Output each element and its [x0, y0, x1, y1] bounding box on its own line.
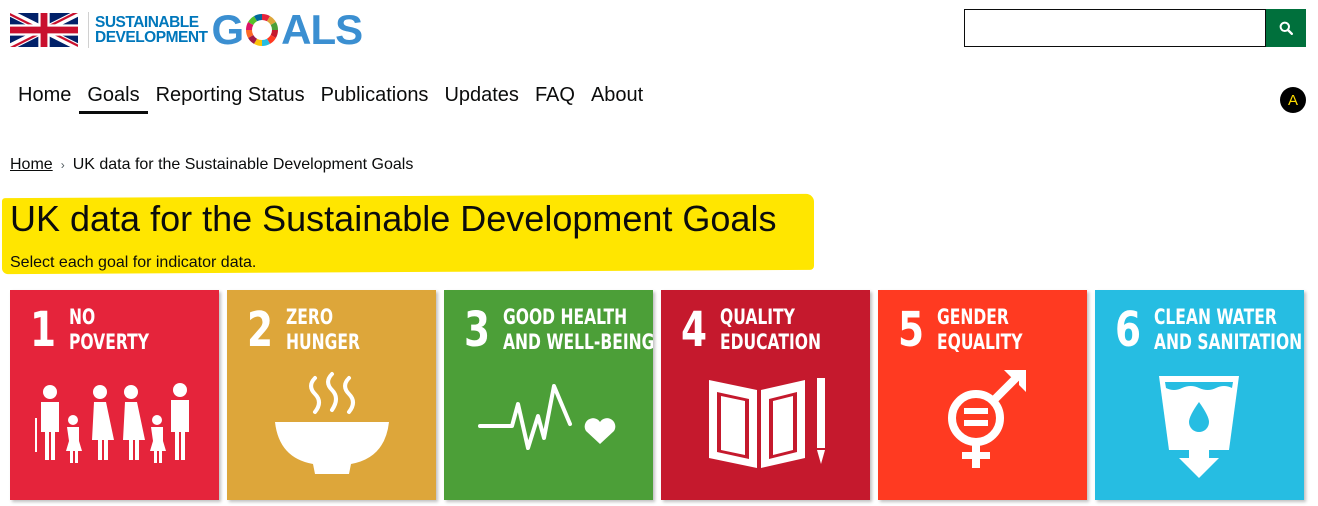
- search-input[interactable]: [964, 9, 1266, 47]
- goal-label: GOOD HEALTH AND WELL-BEING: [503, 305, 653, 354]
- goal-tiles: 1 NO POVERTY 2 ZERO HUNGER 3 GOOD HEALTH…: [10, 290, 1304, 500]
- logo-big-als: ALS: [281, 6, 363, 53]
- goal-tile-1[interactable]: 1 NO POVERTY: [10, 290, 219, 500]
- goal-number: 5: [898, 302, 925, 358]
- site-logo[interactable]: SUSTAINABLE DEVELOPMENT G ALS: [10, 6, 363, 53]
- breadcrumb-home-link[interactable]: Home: [10, 156, 53, 174]
- goal-label: CLEAN WATER AND SANITATION: [1154, 305, 1303, 354]
- breadcrumb-separator: ›: [60, 158, 65, 172]
- nav-goals[interactable]: Goals: [79, 82, 148, 114]
- goal-tile-3[interactable]: 3 GOOD HEALTH AND WELL-BEING: [444, 290, 653, 500]
- goal-number: 3: [464, 302, 491, 358]
- goal-label: QUALITY EDUCATION: [720, 305, 821, 354]
- page-title: UK data for the Sustainable Development …: [10, 198, 777, 239]
- search-button[interactable]: [1266, 9, 1306, 47]
- goal-label: GENDER EQUALITY: [937, 305, 1023, 354]
- gender-equality-icon: [948, 370, 1026, 468]
- goal-tile-2[interactable]: 2 ZERO HUNGER: [227, 290, 436, 500]
- nav-home[interactable]: Home: [10, 82, 79, 114]
- book-pencil-icon: [709, 378, 825, 468]
- water-glass-icon: [1159, 376, 1239, 478]
- nav-about[interactable]: About: [583, 82, 651, 114]
- breadcrumb-current: UK data for the Sustainable Development …: [72, 156, 414, 173]
- breadcrumb: Home › UK data for the Sustainable Devel…: [10, 156, 413, 174]
- nav-reporting-status[interactable]: Reporting Status: [148, 82, 313, 114]
- bowl-icon: [275, 372, 389, 474]
- goal-label: ZERO HUNGER: [286, 305, 360, 354]
- sdg-wordmark: SUSTAINABLE DEVELOPMENT G ALS: [88, 6, 363, 53]
- logo-big-g: G: [211, 6, 244, 53]
- search-bar: [964, 9, 1306, 47]
- goal-label: NO POVERTY: [69, 305, 149, 354]
- accessibility-button[interactable]: A: [1280, 87, 1306, 113]
- goal-number: 1: [30, 302, 57, 358]
- page-subtitle: Select each goal for indicator data.: [10, 254, 257, 271]
- logo-line-1: SUSTAINABLE: [95, 14, 199, 31]
- search-icon: [1279, 21, 1293, 35]
- main-nav: Home Goals Reporting Status Publications…: [10, 82, 651, 114]
- nav-publications[interactable]: Publications: [313, 82, 437, 114]
- family-icon: [35, 383, 189, 463]
- goal-tile-5[interactable]: 5 GENDER EQUALITY: [878, 290, 1087, 500]
- goal-tile-4[interactable]: 4 QUALITY EDUCATION: [661, 290, 870, 500]
- nav-updates[interactable]: Updates: [436, 82, 527, 114]
- nav-faq[interactable]: FAQ: [527, 82, 583, 114]
- sdg-wheel-icon: [246, 13, 279, 47]
- goal-tile-6[interactable]: 6 CLEAN WATER AND SANITATION: [1095, 290, 1304, 500]
- union-jack-icon: [10, 13, 78, 47]
- heartbeat-icon: [478, 384, 616, 450]
- logo-line-2: DEVELOPMENT: [95, 29, 208, 46]
- goal-number: 6: [1115, 302, 1142, 358]
- goal-number: 4: [681, 302, 708, 358]
- goal-number: 2: [247, 302, 274, 358]
